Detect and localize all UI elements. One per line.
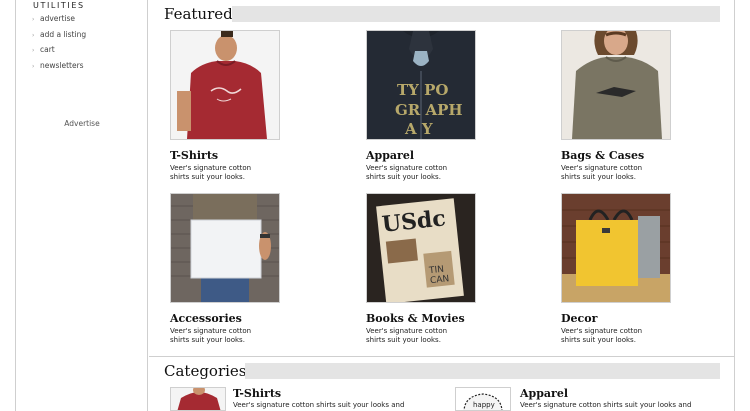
utilities-list: › advertise › add a listing › cart › newslet… xyxy=(32,14,86,76)
section-divider xyxy=(149,356,735,357)
utility-link-advertise[interactable]: › advertise xyxy=(32,14,86,30)
bullet-icon: › xyxy=(32,47,35,54)
card-title[interactable]: Apparel xyxy=(366,149,516,162)
featured-title: Featured xyxy=(164,5,233,23)
utility-link-label: add a listing xyxy=(40,29,87,39)
category-description: Veer's signature cotton shirts suit your… xyxy=(520,401,692,409)
advertise-placeholder[interactable]: Advertise xyxy=(16,119,148,128)
bullet-icon: › xyxy=(32,16,35,23)
category-thumbnail[interactable] xyxy=(170,387,226,411)
card-description: Veer's signature cotton shirts suit your… xyxy=(561,164,643,181)
featured-card-bags-cases[interactable]: Bags & Cases Veer's signature cotton shi… xyxy=(561,30,711,182)
utility-link-add-listing[interactable]: › add a listing xyxy=(32,30,86,46)
card-description: Veer's signature cotton shirts suit your… xyxy=(366,164,448,181)
featured-card-tshirts[interactable]: T-Shirts Veer's signature cotton shirts … xyxy=(170,30,320,182)
svg-text:A Y: A Y xyxy=(404,120,433,138)
featured-card-books-movies[interactable]: USdc TIN CAN Books & Movies Veer's signa… xyxy=(366,193,516,345)
featured-card-accessories[interactable]: Accessories Veer's signature cotton shir… xyxy=(170,193,320,345)
card-title[interactable]: Decor xyxy=(561,312,711,325)
card-description: Veer's signature cotton shirts suit your… xyxy=(561,327,643,344)
category-title[interactable]: Apparel xyxy=(520,387,568,400)
utility-link-cart[interactable]: › cart xyxy=(32,45,86,61)
utility-link-label: newsletters xyxy=(40,60,84,70)
bullet-icon: › xyxy=(32,62,35,70)
decor-thumbnail[interactable] xyxy=(561,193,671,303)
card-title[interactable]: Accessories xyxy=(170,312,320,325)
apparel-thumbnail[interactable]: TY PO GR APH A Y xyxy=(366,30,476,140)
featured-title-bar xyxy=(232,6,720,22)
tshirts-thumbnail[interactable] xyxy=(170,30,280,140)
man-in-red-tshirt-image xyxy=(171,388,225,410)
usdc-book-image: USdc TIN CAN xyxy=(367,194,475,302)
card-title[interactable]: Books & Movies xyxy=(366,312,516,325)
svg-text:TY PO: TY PO xyxy=(397,81,448,99)
category-thumbnail[interactable]: happy xyxy=(455,387,511,411)
woman-in-olive-tshirt-image xyxy=(562,31,670,139)
category-description: Veer's signature cotton shirts suit your… xyxy=(233,401,405,409)
yellow-tote-bag-image xyxy=(562,194,670,302)
featured-card-apparel[interactable]: TY PO GR APH A Y Apparel Veer's signatur… xyxy=(366,30,516,182)
bags-cases-thumbnail[interactable] xyxy=(561,30,671,140)
category-title[interactable]: T-Shirts xyxy=(233,387,281,400)
man-in-red-tshirt-image xyxy=(171,31,279,139)
categories-title: Categories xyxy=(164,362,247,380)
utility-link-label: cart xyxy=(40,45,55,54)
svg-text:happy: happy xyxy=(473,401,495,409)
svg-text:GR APH: GR APH xyxy=(395,101,463,119)
utility-link-newsletters[interactable]: › newsletters xyxy=(32,61,86,77)
card-description: Veer's signature cotton shirts suit your… xyxy=(170,327,252,344)
laptop-sleeve-image xyxy=(171,194,279,302)
books-movies-thumbnail[interactable]: USdc TIN CAN xyxy=(366,193,476,303)
categories-title-bar xyxy=(245,363,720,379)
card-title[interactable]: Bags & Cases xyxy=(561,149,711,162)
card-title[interactable]: T-Shirts xyxy=(170,149,320,162)
featured-card-decor[interactable]: Decor Veer's signature cotton shirts sui… xyxy=(561,193,711,345)
happy-badge-image: happy xyxy=(456,388,510,410)
typography-hoodie-image: TY PO GR APH A Y xyxy=(367,31,475,139)
card-description: Veer's signature cotton shirts suit your… xyxy=(366,327,448,344)
utilities-heading: UTILITIES xyxy=(33,1,85,10)
utility-link-label: advertise xyxy=(40,14,76,23)
sidebar: UTILITIES › advertise › add a listing › car… xyxy=(16,0,148,411)
accessories-thumbnail[interactable] xyxy=(170,193,280,303)
svg-text:CAN: CAN xyxy=(430,274,450,286)
bullet-icon: › xyxy=(32,31,35,39)
card-description: Veer's signature cotton shirts suit your… xyxy=(170,164,252,181)
